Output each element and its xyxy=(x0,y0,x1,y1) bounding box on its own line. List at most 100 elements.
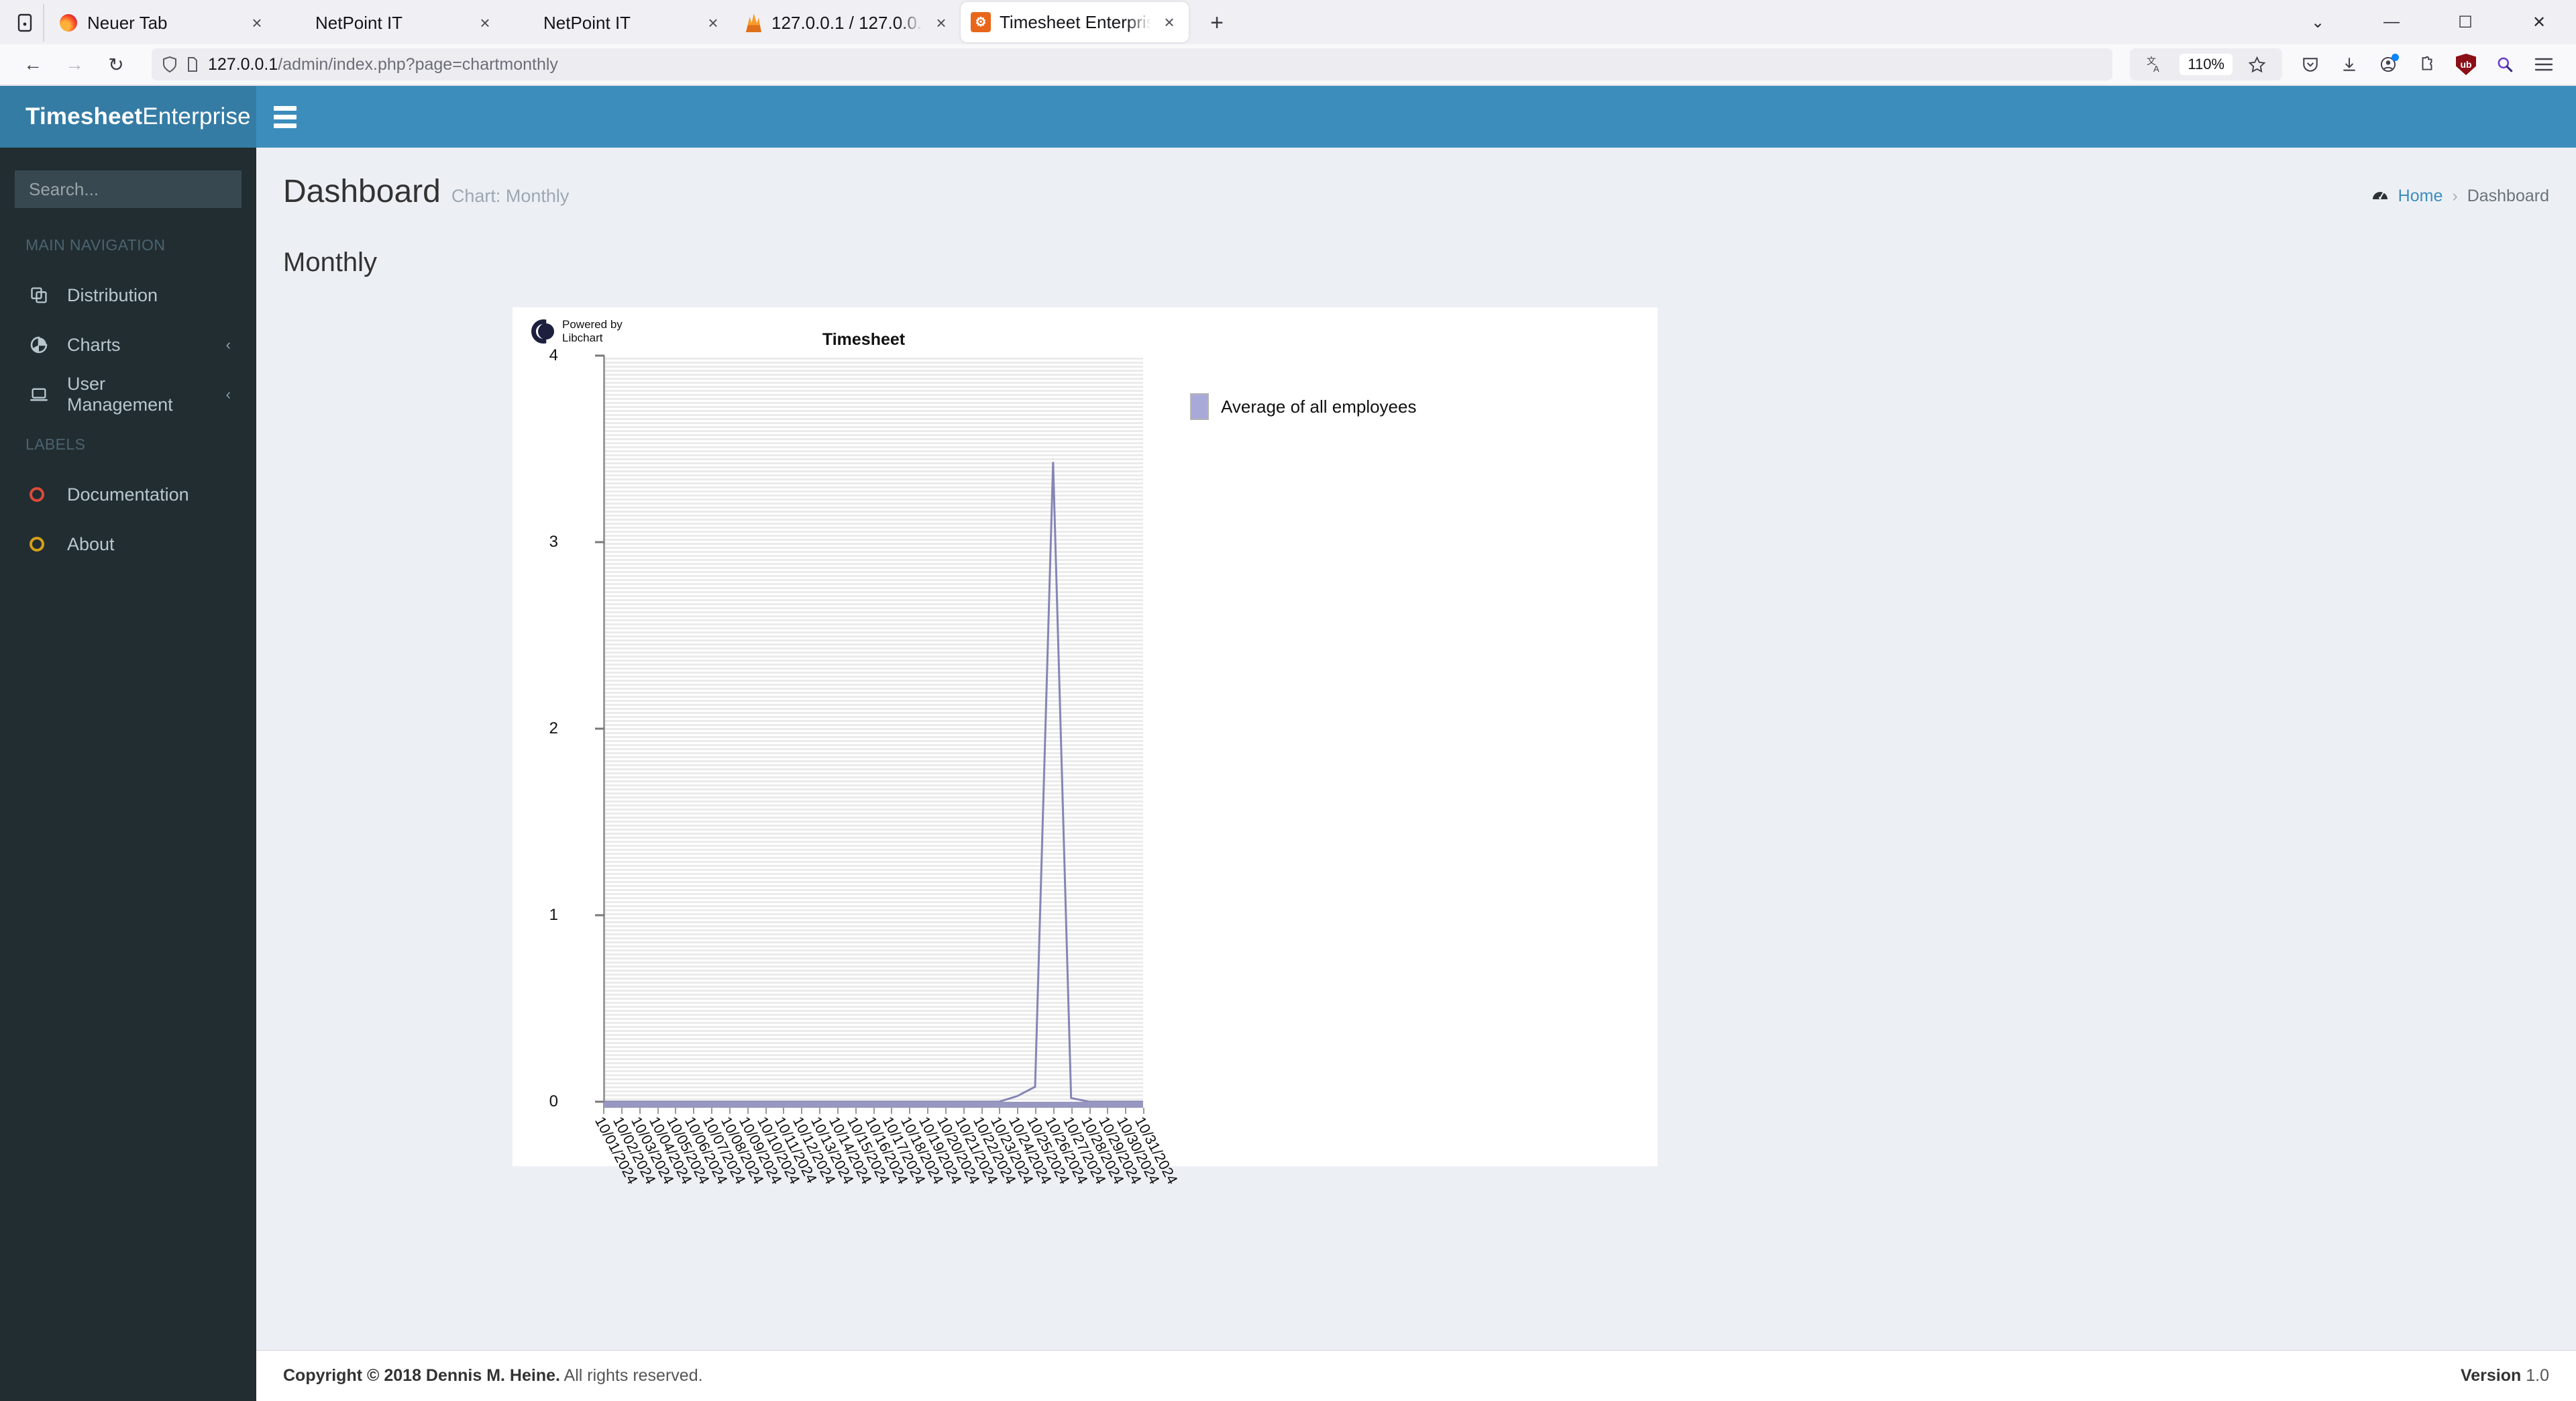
tab-close-button[interactable]: × xyxy=(475,14,495,32)
chart-y-tick-label: 2 xyxy=(549,719,558,737)
tab-list: Neuer Tab × NetPoint IT × NetPoint IT × … xyxy=(48,0,1189,44)
ublock-origin-icon[interactable]: ub xyxy=(2449,48,2483,81)
app-header-bar: Timesheet Enterprise xyxy=(0,86,2576,148)
chart-x-tick xyxy=(1035,1108,1036,1114)
new-tab-button[interactable]: + xyxy=(1198,4,1236,42)
circle-outline-red-icon xyxy=(30,487,52,502)
back-button[interactable]: ← xyxy=(15,48,51,81)
page-title: Dashboard Chart: Monthly xyxy=(283,173,569,210)
chart-x-tick xyxy=(1125,1108,1127,1114)
svg-text:A: A xyxy=(2153,64,2159,73)
tab-close-button[interactable]: × xyxy=(931,14,951,32)
tab-close-button[interactable]: × xyxy=(703,14,723,32)
browser-chrome: Neuer Tab × NetPoint IT × NetPoint IT × … xyxy=(0,0,2576,86)
close-window-button[interactable]: ✕ xyxy=(2502,0,2576,44)
pocket-icon[interactable] xyxy=(2293,48,2328,81)
breadcrumb-home-link[interactable]: Home xyxy=(2398,187,2443,206)
zoom-level-badge[interactable]: 110% xyxy=(2180,54,2233,75)
chart-x-tick xyxy=(1107,1108,1109,1114)
tab-close-button[interactable]: × xyxy=(1159,13,1179,31)
chart-panel: Powered by Libchart Timesheet 01234 10/0… xyxy=(513,307,1658,1187)
search-input[interactable] xyxy=(15,178,267,200)
app-menu-icon[interactable] xyxy=(2526,48,2561,81)
sidebar-item-distribution[interactable]: Distribution xyxy=(0,270,256,320)
section-title: Monthly xyxy=(283,248,378,277)
watermark-line-1: Powered by xyxy=(562,318,623,331)
chart-x-tick xyxy=(675,1108,677,1114)
blank-favicon-icon xyxy=(286,12,307,34)
extensions-icon[interactable] xyxy=(2410,48,2445,81)
tab-title: Timesheet Enterprise | Dashboard xyxy=(1000,11,1151,32)
page-info-icon[interactable] xyxy=(186,56,199,72)
sidebar-item-label: Documentation xyxy=(67,484,189,505)
chart-x-tick xyxy=(927,1108,928,1114)
url-host: 127.0.0.1 xyxy=(208,54,278,74)
sidebar-section-header-main: MAIN NAVIGATION xyxy=(25,236,166,254)
app-footer: Copyright © 2018 Dennis M. Heine. All ri… xyxy=(0,1350,2576,1401)
minimize-button[interactable]: — xyxy=(2355,0,2428,44)
bookmark-star-icon[interactable] xyxy=(2239,48,2274,81)
hamburger-bar xyxy=(274,105,297,111)
reload-button[interactable]: ↻ xyxy=(98,48,134,81)
sidebar-item-label: User Management xyxy=(67,374,173,415)
chart-x-tick xyxy=(909,1108,911,1114)
browser-tab[interactable]: 127.0.0.1 / 127.0.0.1 / timesheet × xyxy=(733,3,961,42)
breadcrumb-current: Dashboard xyxy=(2467,187,2549,205)
search-icon[interactable] xyxy=(2487,48,2522,81)
breadcrumb: Home › Dashboard xyxy=(2371,173,2549,206)
browser-navbar: ← → ↻ 127.0.0.1/admin/index.php?page=cha… xyxy=(0,44,2576,86)
tab-title: 127.0.0.1 / 127.0.0.1 / timesheet xyxy=(771,12,923,33)
page-subtitle-text: Chart: Monthly xyxy=(451,186,570,206)
footer-copyright-rest: All rights reserved. xyxy=(559,1366,703,1385)
chart-series-polyline xyxy=(603,462,1143,1102)
shield-icon[interactable] xyxy=(162,56,177,73)
forward-button[interactable]: → xyxy=(56,48,93,81)
url-bar[interactable]: 127.0.0.1/admin/index.php?page=chartmont… xyxy=(152,48,2113,81)
browser-tabstrip: Neuer Tab × NetPoint IT × NetPoint IT × … xyxy=(0,0,2576,44)
chart-x-tick xyxy=(999,1108,1001,1114)
chart-x-tick xyxy=(873,1108,875,1114)
sidebar-item-arrow-chevron-left-icon: ‹ xyxy=(225,336,231,353)
chart-y-tick-label: 0 xyxy=(549,1092,558,1110)
footer-version: Version 1.0 xyxy=(2461,1366,2549,1386)
timesheet-application: Timesheet Enterprise MAIN NAVIGATION xyxy=(0,86,2576,1401)
chart-x-tick xyxy=(729,1108,731,1114)
browser-tab[interactable]: NetPoint IT × xyxy=(504,3,733,42)
chart-x-tick xyxy=(819,1108,820,1114)
sidebar-item-label: Charts xyxy=(67,334,121,355)
legend-label: Average of all employees xyxy=(1221,396,1417,417)
browser-tab[interactable]: Neuer Tab × xyxy=(48,3,276,42)
chart-x-tick xyxy=(945,1108,947,1114)
account-icon[interactable] xyxy=(2371,48,2406,81)
chart-x-tick xyxy=(1071,1108,1073,1114)
sidebar-item-about[interactable]: About xyxy=(0,519,256,569)
sidebar-search-wrapper xyxy=(0,170,284,220)
sidebar-section-header-labels: LABELS xyxy=(25,435,86,453)
tab-title: Neuer Tab xyxy=(87,12,168,33)
sidebar-item-documentation[interactable]: Documentation xyxy=(0,470,256,519)
translate-icon[interactable]: 文A xyxy=(2138,48,2173,81)
browser-tab-active[interactable]: ⚙ Timesheet Enterprise | Dashboard × xyxy=(961,2,1189,42)
sidebar-toggle-button[interactable] xyxy=(256,86,314,148)
chart-legend: Average of all employees xyxy=(1190,393,1416,420)
chart-x-axis-line xyxy=(603,1102,1143,1108)
browser-tab[interactable]: NetPoint IT × xyxy=(276,3,504,42)
url-path: /admin/index.php?page=chartmonthly xyxy=(278,54,558,74)
sidebar-search-box[interactable] xyxy=(15,170,284,208)
chart-x-tick xyxy=(603,1108,604,1114)
sidebar-item-charts[interactable]: Charts ‹ xyxy=(0,320,256,370)
chart-title: Timesheet xyxy=(822,330,906,349)
list-all-tabs-button[interactable] xyxy=(7,4,44,42)
downloads-icon[interactable] xyxy=(2332,48,2367,81)
tab-overflow-chevron-icon[interactable]: ⌄ xyxy=(2281,0,2355,44)
tab-title: NetPoint IT xyxy=(315,12,403,33)
app-brand-logo[interactable]: Timesheet Enterprise xyxy=(0,86,256,148)
circle-outline-yellow-icon xyxy=(30,537,52,552)
list-all-tabs-icon xyxy=(17,13,32,32)
brand-light-text: Enterprise xyxy=(142,103,251,129)
tab-close-button[interactable]: × xyxy=(247,14,267,32)
sidebar-item-user-management[interactable]: User Management ‹ xyxy=(0,370,256,419)
chart-plot: 01234 10/01/2024 10/02/2024 10/03/2024 10/0… xyxy=(549,346,1181,1187)
maximize-button[interactable]: ☐ xyxy=(2428,0,2502,44)
app-body: MAIN NAVIGATION Distribution Charts ‹ xyxy=(0,148,2576,1350)
